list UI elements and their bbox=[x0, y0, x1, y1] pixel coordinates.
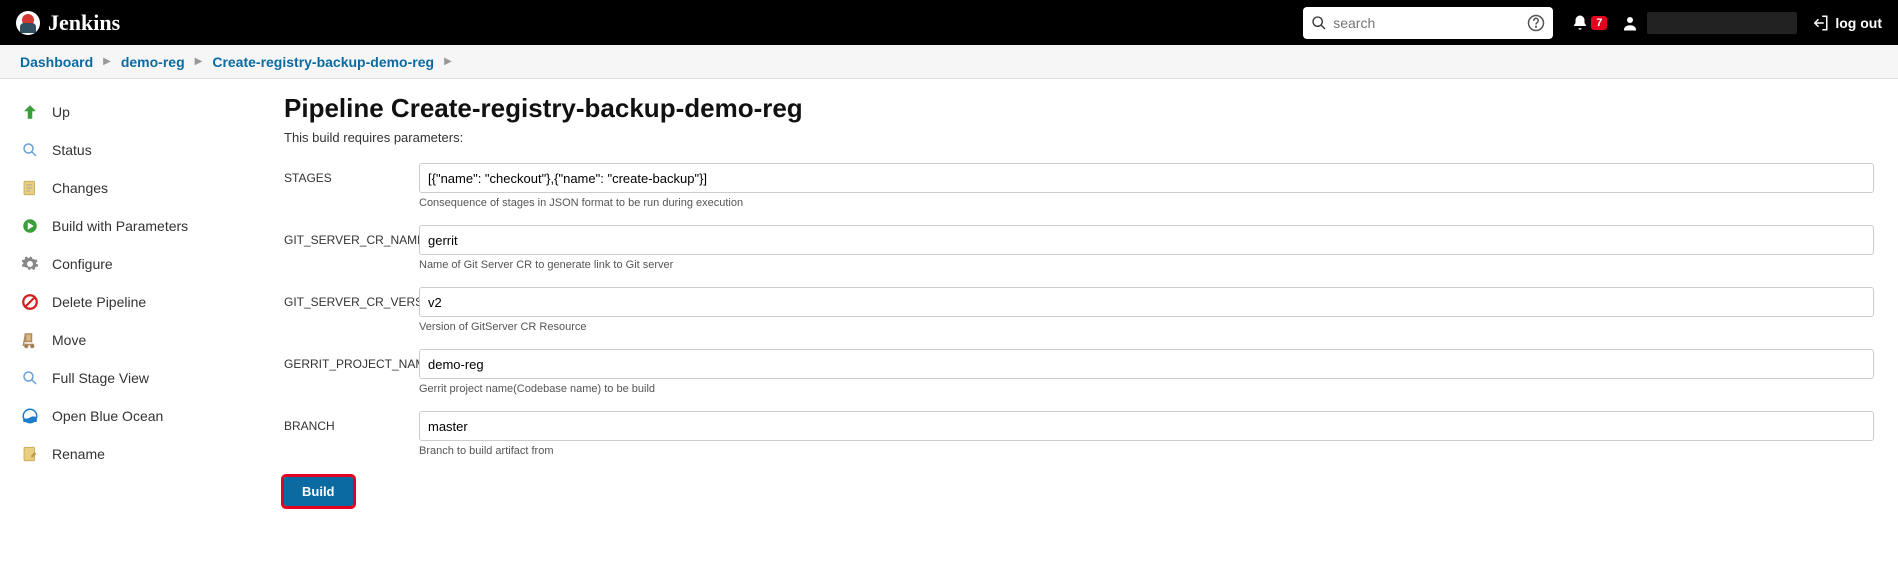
sidebar-item-blue-ocean[interactable]: Open Blue Ocean bbox=[0, 397, 260, 435]
sidebar-item-status[interactable]: Status bbox=[0, 131, 260, 169]
top-header: Jenkins 7 log out bbox=[0, 0, 1898, 45]
dolly-icon bbox=[20, 330, 40, 350]
param-row-git-server-cr-name: GIT_SERVER_CR_NAME Name of Git Server CR… bbox=[284, 225, 1874, 283]
sidebar-item-full-stage-view[interactable]: Full Stage View bbox=[0, 359, 260, 397]
param-input-git-server-cr-version[interactable] bbox=[419, 287, 1874, 317]
param-help: Name of Git Server CR to generate link t… bbox=[419, 259, 1874, 271]
help-icon[interactable] bbox=[1527, 14, 1545, 32]
logout-label: log out bbox=[1835, 15, 1882, 31]
notifications[interactable]: 7 bbox=[1571, 14, 1607, 32]
sidebar-item-rename[interactable]: Rename bbox=[0, 435, 260, 473]
param-input-branch[interactable] bbox=[419, 411, 1874, 441]
jenkins-logo-icon bbox=[16, 11, 40, 35]
param-label: BRANCH bbox=[284, 411, 419, 433]
param-label: GERRIT_PROJECT_NAME bbox=[284, 349, 419, 371]
param-help: Gerrit project name(Codebase name) to be… bbox=[419, 383, 1874, 395]
param-help: Version of GitServer CR Resource bbox=[419, 321, 1874, 333]
param-label: STAGES bbox=[284, 163, 419, 185]
chevron-right-icon: ▶ bbox=[103, 56, 111, 67]
logout-link[interactable]: log out bbox=[1811, 14, 1882, 32]
sidebar-item-changes[interactable]: Changes bbox=[0, 169, 260, 207]
chevron-right-icon: ▶ bbox=[444, 56, 452, 67]
subtitle: This build requires parameters: bbox=[284, 130, 1874, 145]
sidebar-item-label: Configure bbox=[52, 256, 113, 272]
param-help: Consequence of stages in JSON format to … bbox=[419, 197, 1874, 209]
sidebar-item-move[interactable]: Move bbox=[0, 321, 260, 359]
page-title: Pipeline Create-registry-backup-demo-reg bbox=[284, 93, 1874, 124]
sidebar-item-label: Up bbox=[52, 104, 70, 120]
username-redacted bbox=[1647, 12, 1797, 34]
play-gear-icon bbox=[20, 216, 40, 236]
magnifier-icon bbox=[20, 368, 40, 388]
brand-text: Jenkins bbox=[48, 10, 120, 36]
arrow-up-icon bbox=[20, 102, 40, 122]
param-input-stages[interactable] bbox=[419, 163, 1874, 193]
param-input-gerrit-project-name[interactable] bbox=[419, 349, 1874, 379]
brand[interactable]: Jenkins bbox=[16, 10, 120, 36]
crumb-folder[interactable]: demo-reg bbox=[121, 54, 185, 70]
sidebar: Up Status Changes Build with Parameters … bbox=[0, 79, 260, 520]
param-input-git-server-cr-name[interactable] bbox=[419, 225, 1874, 255]
param-help: Branch to build artifact from bbox=[419, 445, 1874, 457]
notification-badge: 7 bbox=[1591, 16, 1607, 30]
logout-icon bbox=[1811, 14, 1829, 32]
crumb-dashboard[interactable]: Dashboard bbox=[20, 54, 93, 70]
sidebar-item-label: Open Blue Ocean bbox=[52, 408, 163, 424]
user-icon[interactable] bbox=[1621, 14, 1639, 32]
blue-ocean-icon bbox=[20, 406, 40, 426]
search-icon bbox=[1311, 15, 1327, 31]
sidebar-item-label: Changes bbox=[52, 180, 108, 196]
breadcrumb: Dashboard ▶ demo-reg ▶ Create-registry-b… bbox=[0, 45, 1898, 79]
param-row-git-server-cr-version: GIT_SERVER_CR_VERSION Version of GitServ… bbox=[284, 287, 1874, 345]
sidebar-item-label: Build with Parameters bbox=[52, 218, 188, 234]
document-icon bbox=[20, 178, 40, 198]
param-label: GIT_SERVER_CR_NAME bbox=[284, 225, 419, 247]
rename-icon bbox=[20, 444, 40, 464]
param-row-stages: STAGES Consequence of stages in JSON for… bbox=[284, 163, 1874, 221]
sidebar-item-label: Delete Pipeline bbox=[52, 294, 146, 310]
sidebar-item-up[interactable]: Up bbox=[0, 93, 260, 131]
sidebar-item-label: Status bbox=[52, 142, 92, 158]
sidebar-item-delete[interactable]: Delete Pipeline bbox=[0, 283, 260, 321]
search-input[interactable] bbox=[1333, 15, 1527, 31]
search-box[interactable] bbox=[1303, 7, 1553, 39]
param-row-branch: BRANCH Branch to build artifact from bbox=[284, 411, 1874, 469]
sidebar-item-configure[interactable]: Configure bbox=[0, 245, 260, 283]
sidebar-item-label: Full Stage View bbox=[52, 370, 149, 386]
magnifier-icon bbox=[20, 140, 40, 160]
bell-icon bbox=[1571, 14, 1589, 32]
param-label: GIT_SERVER_CR_VERSION bbox=[284, 287, 419, 309]
chevron-right-icon: ▶ bbox=[195, 56, 203, 67]
sidebar-item-label: Rename bbox=[52, 446, 105, 462]
build-button[interactable]: Build bbox=[284, 477, 353, 506]
param-row-gerrit-project-name: GERRIT_PROJECT_NAME Gerrit project name(… bbox=[284, 349, 1874, 407]
no-entry-icon bbox=[20, 292, 40, 312]
sidebar-item-build-params[interactable]: Build with Parameters bbox=[0, 207, 260, 245]
sidebar-item-label: Move bbox=[52, 332, 86, 348]
crumb-job[interactable]: Create-registry-backup-demo-reg bbox=[212, 54, 434, 70]
main-content: Pipeline Create-registry-backup-demo-reg… bbox=[260, 79, 1898, 520]
gear-icon bbox=[20, 254, 40, 274]
